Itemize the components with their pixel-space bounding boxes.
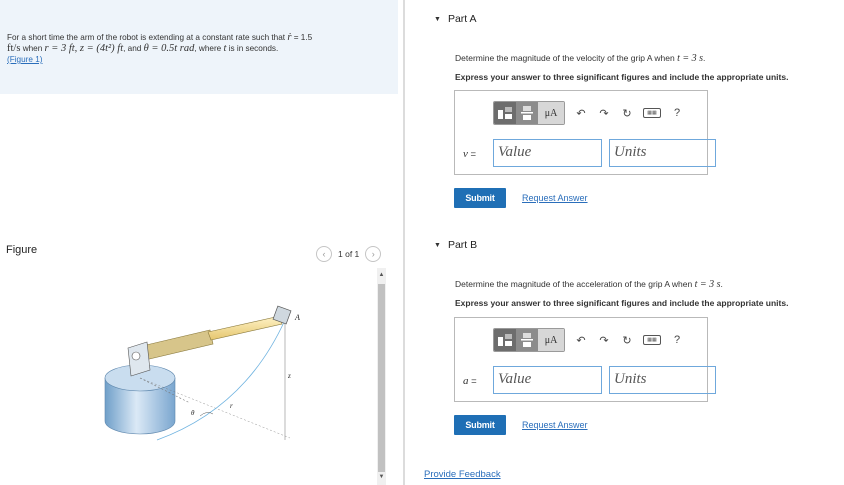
problem-text-where: , where [194, 44, 224, 53]
part-a-question: Determine the magnitude of the velocity … [455, 53, 705, 64]
part-a-title: Part A [447, 13, 477, 25]
problem-text: For a short time the arm of the robot is… [7, 33, 288, 42]
part-a-header[interactable]: ▼ Part A [434, 13, 477, 25]
equals-sign: = [467, 149, 477, 160]
right-pane: ▼ Part A Determine the magnitude of the … [406, 0, 844, 485]
label-theta: θ [191, 409, 195, 417]
part-a-units-input[interactable]: Units [609, 139, 716, 167]
prev-figure-button[interactable]: ‹ [316, 246, 332, 262]
template-button-group: μA [493, 101, 565, 125]
problem-statement: For a short time the arm of the robot is… [0, 0, 398, 94]
part-b-units-input[interactable]: Units [609, 366, 716, 394]
part-b-question-text: Determine the magnitude of the accelerat… [455, 279, 695, 289]
undo-icon[interactable]: ↶ [574, 107, 588, 120]
part-a-question-text: Determine the magnitude of the velocity … [455, 53, 678, 63]
template-button-group: μA [493, 328, 565, 352]
redo-icon[interactable]: ↷ [597, 107, 611, 120]
label-r: r [230, 402, 233, 410]
part-a-question-end: . [703, 53, 706, 63]
label-z: z [287, 372, 291, 380]
mu-a-units-button[interactable]: μA [538, 102, 564, 124]
problem-text-and: , and [123, 44, 144, 53]
theta-expression: θ = 0.5t rad [143, 43, 195, 54]
part-b-instruction: Express your answer to three significant… [455, 298, 789, 308]
collapse-triangle-icon: ▼ [434, 241, 441, 249]
next-figure-button[interactable]: › [365, 246, 382, 262]
mu-a-units-button[interactable]: μA [538, 329, 564, 351]
scroll-up-arrow-icon[interactable]: ▲ [377, 271, 386, 279]
part-b-toolbar: μA ↶ ↷ ↻ ▦▦ ? [493, 328, 684, 352]
pane-divider[interactable] [403, 0, 405, 485]
part-b-question-math: t = 3 s [694, 279, 721, 290]
redo-icon[interactable]: ↷ [597, 334, 611, 347]
scroll-down-arrow-icon[interactable]: ▼ [377, 473, 386, 481]
template-icon[interactable] [494, 102, 516, 124]
fraction-icon[interactable] [516, 102, 538, 124]
scroll-thumb[interactable] [378, 284, 385, 472]
part-b-question: Determine the magnitude of the accelerat… [455, 279, 723, 290]
label-A: A [294, 313, 300, 322]
reset-icon[interactable]: ↻ [620, 107, 634, 120]
robot-arm-figure: A z r θ [104, 305, 300, 441]
reset-icon[interactable]: ↻ [620, 334, 634, 347]
r-expression: r = 3 ft, z = (4t²) ft [44, 43, 124, 54]
left-pane: For a short time the arm of the robot is… [0, 0, 398, 485]
keyboard-icon[interactable]: ▦▦ [643, 335, 661, 345]
undo-icon[interactable]: ↶ [574, 334, 588, 347]
provide-feedback-link[interactable]: Provide Feedback [424, 469, 501, 480]
pager-text: 1 of 1 [338, 249, 360, 259]
help-icon[interactable]: ? [670, 107, 684, 119]
figure-heading: Figure [6, 244, 38, 256]
part-a-value-input[interactable]: Value [493, 139, 602, 167]
part-b-submit-button[interactable]: Submit [454, 415, 506, 435]
part-a-instruction: Express your answer to three significant… [455, 72, 789, 82]
part-b-title: Part B [447, 239, 478, 251]
rdot-value: = 1.5 [291, 33, 313, 42]
part-b-answer-box: μA ↶ ↷ ↻ ▦▦ ? a = Value Units [454, 317, 716, 402]
part-a-variable-label: v = [463, 148, 476, 160]
problem-text-seconds: is in seconds. [226, 44, 279, 53]
collapse-triangle-icon: ▼ [434, 15, 441, 23]
template-icon[interactable] [494, 329, 516, 351]
arm-outer-tube [141, 329, 214, 361]
arm-inner-tube [207, 315, 283, 341]
part-b-question-end: . [720, 279, 723, 289]
part-b-header[interactable]: ▼ Part B [434, 239, 477, 251]
problem-text-when: when [20, 44, 45, 53]
figure-scrollbar[interactable]: ▲ ▼ [377, 268, 386, 485]
part-a-question-math: t = 3 s [677, 53, 703, 64]
help-icon[interactable]: ? [670, 334, 684, 346]
keyboard-icon[interactable]: ▦▦ [643, 108, 661, 118]
equals-sign: = [468, 376, 477, 387]
part-a-answer-box: μA ↶ ↷ ↻ ▦▦ ? v = Value Units [454, 90, 716, 175]
part-b-value-input[interactable]: Value [493, 366, 602, 394]
fraction-icon[interactable] [516, 329, 538, 351]
part-a-toolbar: μA ↶ ↷ ↻ ▦▦ ? [493, 101, 684, 125]
figure-link[interactable]: (Figure 1) [7, 55, 43, 64]
figure-pager: ‹ 1 of 1 › [316, 246, 382, 262]
part-b-request-answer-link[interactable]: Request Answer [522, 420, 588, 430]
pivot-pin [131, 351, 141, 361]
part-b-variable-label: a = [463, 375, 477, 387]
units-fts: ft/s [7, 43, 21, 54]
part-a-submit-button[interactable]: Submit [454, 188, 506, 208]
part-a-request-answer-link[interactable]: Request Answer [522, 193, 588, 203]
